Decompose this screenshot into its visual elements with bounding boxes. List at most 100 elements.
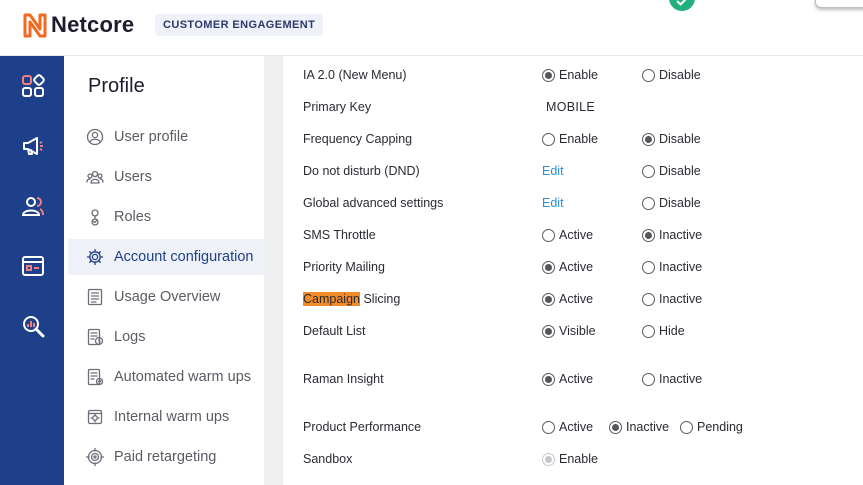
setting-row-default-list: Default List Visible Hide <box>283 317 863 349</box>
sidebar-item-usage-overview[interactable]: Usage Overview <box>68 279 264 315</box>
setting-label: SMS Throttle <box>303 228 376 242</box>
content-layout-icon[interactable] <box>20 253 46 279</box>
sidebar-item-label: Paid retargeting <box>114 449 217 465</box>
sidebar-item-logs[interactable]: Logs <box>68 319 264 355</box>
radio-option-inactive[interactable]: Inactive <box>642 372 702 386</box>
radio-label: Hide <box>659 324 685 338</box>
log-doc-icon <box>86 328 104 346</box>
radio-option-pending[interactable]: Pending <box>680 420 743 434</box>
radio-button[interactable] <box>642 324 655 338</box>
radio-label: Active <box>559 292 594 306</box>
roles-icon <box>86 208 104 226</box>
radio-option-enable[interactable]: Enable <box>542 68 598 82</box>
setting-row-raman-insight: Raman Insight Active Inactive <box>283 365 863 397</box>
radio-button[interactable] <box>642 164 655 178</box>
dashboard-grid-icon[interactable] <box>20 73 46 99</box>
sidebar-item-users[interactable]: Users <box>68 159 264 195</box>
sidebar-item-label: Users <box>114 169 152 185</box>
edit-link-label: Edit <box>542 164 564 178</box>
radio-button[interactable] <box>642 372 655 386</box>
user-circle-icon <box>86 128 104 146</box>
radio-option-disable[interactable]: Disable <box>642 68 701 82</box>
setting-label: Default List <box>303 324 366 338</box>
radio-button[interactable] <box>642 68 655 82</box>
setting-row-priority-mailing: Priority Mailing Active Inactive <box>283 253 863 285</box>
users-group-icon <box>86 168 104 186</box>
radio-option-inactive[interactable]: Inactive <box>642 260 702 274</box>
radio-option-active[interactable]: Active <box>542 292 593 306</box>
sidebar-title: Profile <box>88 75 145 97</box>
radio-option-active[interactable]: Active <box>542 372 593 386</box>
radio-label: Disable <box>659 68 701 82</box>
radio-option-visible[interactable]: Visible <box>542 324 596 338</box>
radio-button[interactable] <box>609 420 622 434</box>
radio-option-active[interactable]: Active <box>542 420 593 434</box>
radio-option-disable[interactable]: Disable <box>642 132 701 146</box>
radio-button[interactable] <box>542 292 555 306</box>
radio-button[interactable] <box>680 420 693 434</box>
setting-label: IA 2.0 (New Menu) <box>303 68 407 82</box>
sidebar-item-internal-warm-ups[interactable]: Internal warm ups <box>68 399 264 435</box>
radio-option-hide[interactable]: Hide <box>642 324 685 338</box>
radio-label: Enable <box>559 68 598 82</box>
brand-name: Netcore <box>51 12 135 37</box>
top-bar: Netcore CUSTOMER ENGAGEMENT <box>0 0 863 56</box>
radio-label: Inactive <box>659 292 703 306</box>
account-menu-button[interactable] <box>815 0 863 8</box>
radio-option-enable[interactable]: Enable <box>542 132 598 146</box>
product-badge: CUSTOMER ENGAGEMENT <box>155 14 324 36</box>
sidebar-item-label: Roles <box>114 209 152 225</box>
radio-option-disable[interactable]: Disable <box>642 196 701 210</box>
radio-button <box>542 452 555 466</box>
edit-link[interactable]: Edit <box>542 196 564 210</box>
netcore-logo[interactable]: Netcore <box>22 12 134 38</box>
radio-label: Inactive <box>626 420 670 434</box>
sidebar-item-label: Logs <box>114 329 146 345</box>
radio-option-active[interactable]: Active <box>542 260 593 274</box>
sidebar-item-account-configuration[interactable]: Account configuration <box>68 239 264 275</box>
setting-label: Primary Key <box>303 100 372 114</box>
radio-button[interactable] <box>642 132 655 146</box>
radio-label: Active <box>559 260 594 274</box>
setting-row-primary-key: Primary Key MOBILE <box>283 93 863 125</box>
users-icon[interactable] <box>20 193 46 219</box>
setting-row-do-not-disturb-dnd: Do not disturb (DND) Edit Disable <box>283 157 863 189</box>
check-circle-icon[interactable] <box>669 0 695 11</box>
setting-row-frequency-capping: Frequency Capping Enable Disable <box>283 125 863 157</box>
radio-label: Disable <box>659 164 701 178</box>
radio-option-active[interactable]: Active <box>542 228 593 242</box>
sidebar-item-label: User profile <box>114 129 189 145</box>
radio-button[interactable] <box>542 372 555 386</box>
sidebar-item-label: Automated warm ups <box>114 369 252 385</box>
radio-option-inactive[interactable]: Inactive <box>642 228 702 242</box>
radio-option-disable[interactable]: Disable <box>642 164 701 178</box>
radio-label: Enable <box>559 452 598 466</box>
radio-option-inactive[interactable]: Inactive <box>642 292 702 306</box>
auto-doc-icon <box>86 368 104 386</box>
sidebar-item-automated-warm-ups[interactable]: Automated warm ups <box>68 359 264 395</box>
sidebar-item-roles[interactable]: Roles <box>68 199 264 235</box>
radio-button[interactable] <box>542 228 555 242</box>
sidebar-item-label: Internal warm ups <box>114 409 230 425</box>
analytics-search-icon[interactable] <box>20 313 46 339</box>
radio-button[interactable] <box>642 196 655 210</box>
radio-button[interactable] <box>642 292 655 306</box>
target-icon <box>86 448 104 466</box>
radio-label: Disable <box>659 196 701 210</box>
radio-button[interactable] <box>542 420 555 434</box>
sidebar-item-paid-retargeting[interactable]: Paid retargeting <box>68 439 264 475</box>
setting-label: Frequency Capping <box>303 132 413 146</box>
radio-button[interactable] <box>542 260 555 274</box>
icon-rail <box>0 56 64 485</box>
setting-value: MOBILE <box>546 100 596 114</box>
edit-link[interactable]: Edit <box>542 164 564 178</box>
radio-button[interactable] <box>642 228 655 242</box>
megaphone-icon[interactable] <box>20 133 46 159</box>
sidebar-item-user-profile[interactable]: User profile <box>68 119 264 155</box>
radio-button[interactable] <box>542 68 555 82</box>
radio-button[interactable] <box>642 260 655 274</box>
radio-label: Enable <box>559 132 598 146</box>
radio-button[interactable] <box>542 132 555 146</box>
radio-button[interactable] <box>542 324 555 338</box>
radio-option-inactive[interactable]: Inactive <box>609 420 669 434</box>
